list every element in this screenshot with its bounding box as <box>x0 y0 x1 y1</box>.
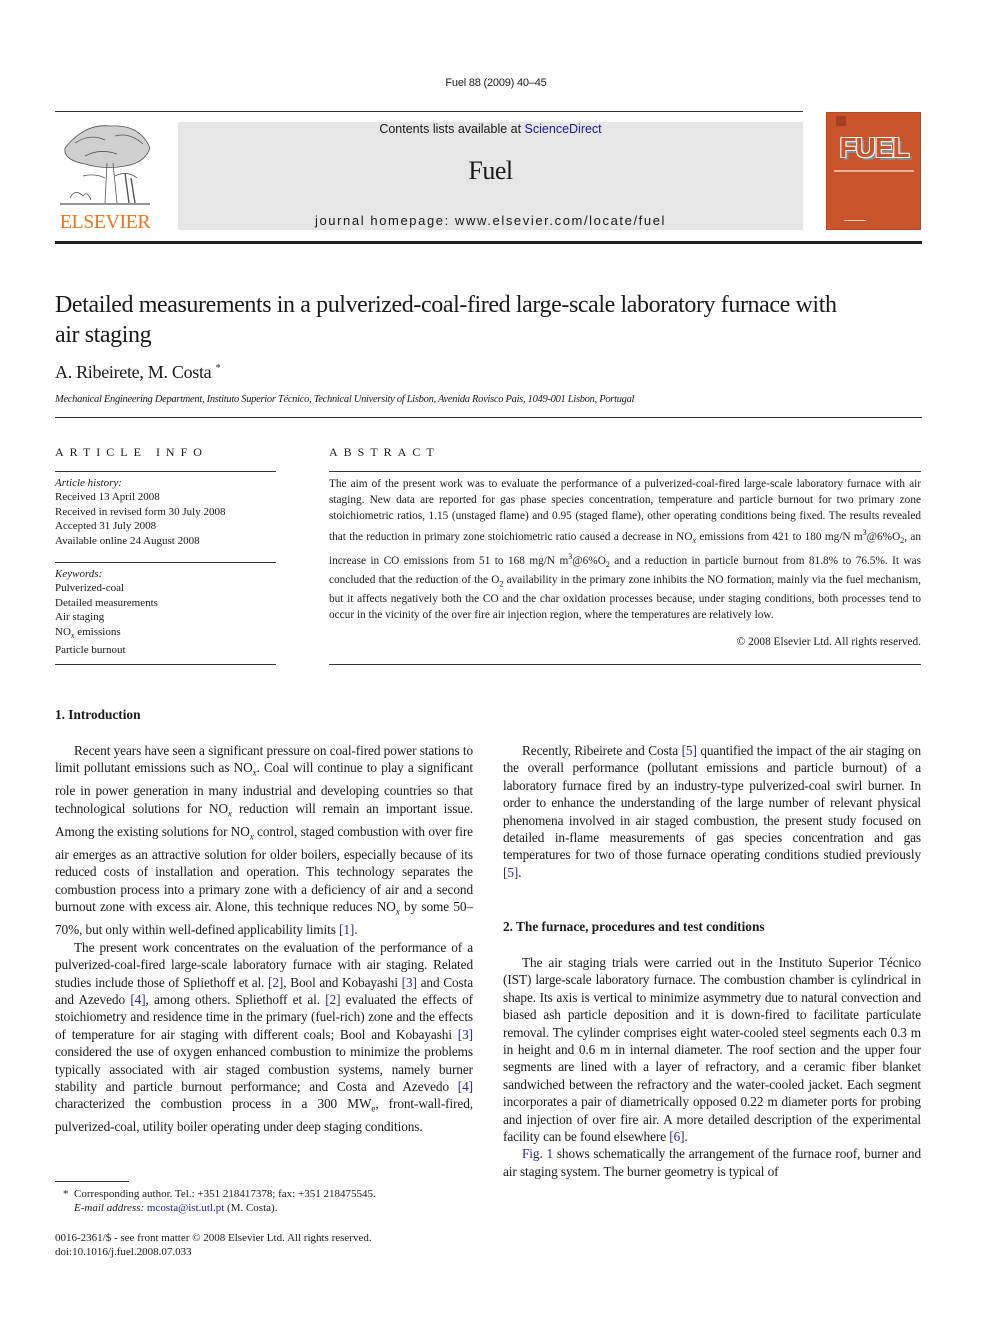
keywords: Keywords: Pulverized-coal Detailed measu… <box>55 567 158 658</box>
cover-title: FUEL <box>839 132 909 163</box>
page-footer: 0016-2361/$ - see front matter © 2008 El… <box>55 1231 475 1260</box>
history-item: Accepted 31 July 2008 <box>55 520 157 533</box>
cover-tagline <box>834 170 914 172</box>
elsevier-logo[interactable]: ELSEVIER <box>55 118 155 234</box>
paragraph: The present work concentrates on the eva… <box>55 939 474 1135</box>
elsevier-wordmark: ELSEVIER <box>59 211 151 233</box>
journal-homepage-link[interactable]: journal homepage: www.elsevier.com/locat… <box>178 213 803 228</box>
paragraph-continuation <box>503 707 921 724</box>
footnote-email: E-mail address: mcosta@ist.utl.pt (M. Co… <box>74 1202 278 1214</box>
history-label: Article history: <box>55 477 122 489</box>
contents-prefix: Contents lists available at <box>379 122 525 136</box>
abstract-text: The aim of the present work was to evalu… <box>329 478 922 621</box>
footnote-rule <box>55 1181 129 1182</box>
contents-line: Contents lists available at ScienceDirec… <box>178 122 803 136</box>
divider <box>329 664 921 665</box>
keywords-label: Keywords: <box>55 568 103 580</box>
paragraph: Fig. 1 shows schematically the arrangeme… <box>503 1146 921 1179</box>
email-link[interactable]: mcosta@ist.utl.pt <box>147 1202 224 1214</box>
issn-line: 0016-2361/$ - see front matter © 2008 El… <box>55 1232 372 1244</box>
paragraph: Recent years have seen a significant pre… <box>55 743 473 938</box>
history-item: Received in revised form 30 July 2008 <box>55 505 226 518</box>
body-column-right-para: Recently, Ribeirete and Costa [5] quanti… <box>503 742 921 881</box>
divider <box>55 562 276 563</box>
citation-link[interactable]: [2] <box>325 992 340 1007</box>
keyword-item: NOx emissions <box>55 625 121 640</box>
divider <box>329 471 921 472</box>
footnote-corresponding: * Corresponding author. Tel.: +351 21841… <box>63 1188 376 1200</box>
keyword-item: Detailed measurements <box>55 596 158 609</box>
author-list: A. Ribeirete, M. Costa * <box>55 362 221 383</box>
history-item: Received 13 April 2008 <box>55 491 160 504</box>
divider <box>55 471 276 472</box>
citation-link[interactable]: [6] <box>669 1129 684 1144</box>
citation-link[interactable]: [2] <box>268 975 283 990</box>
keyword-item: Air staging <box>55 611 105 624</box>
footnote: * Corresponding author. Tel.: +351 21841… <box>55 1187 475 1215</box>
paragraph: The air staging trials were carried out … <box>503 955 921 1145</box>
corresponding-author-mark[interactable]: * <box>216 363 221 374</box>
body-column-left: Recent years have seen a significant pre… <box>55 742 473 1136</box>
header-rule <box>55 241 922 244</box>
paragraph: Recently, Ribeirete and Costa [5] quanti… <box>503 743 921 880</box>
authors: A. Ribeirete, M. Costa <box>55 362 212 382</box>
journal-cover-thumbnail[interactable]: FUEL <box>826 112 921 230</box>
journal-masthead: Contents lists available at ScienceDirec… <box>178 122 803 230</box>
top-rule <box>55 111 803 112</box>
keyword-item: Pulverized-coal <box>55 582 125 595</box>
cover-sciencedirect-mark <box>844 214 866 221</box>
citation-link[interactable]: [5] <box>682 743 697 758</box>
running-head: Fuel 88 (2009) 40–45 <box>445 77 547 89</box>
citation-link[interactable]: [4] <box>458 1079 473 1094</box>
divider <box>55 417 922 418</box>
affiliation: Mechanical Engineering Department, Insti… <box>55 394 635 405</box>
citation-link[interactable]: [3] <box>402 975 417 990</box>
article-history: Article history: Received 13 April 2008 … <box>55 476 225 548</box>
section-heading-introduction: 1. Introduction <box>55 707 141 722</box>
section-heading-furnace: 2. The furnace, procedures and test cond… <box>503 919 765 934</box>
divider <box>55 664 276 665</box>
abstract-copyright: © 2008 Elsevier Ltd. All rights reserved… <box>736 636 921 648</box>
article-info-heading: ARTICLE INFO <box>55 445 208 459</box>
article-title: Detailed measurements in a pulverized-co… <box>55 292 837 348</box>
tree-icon <box>60 125 151 205</box>
body-column-right <box>503 707 921 724</box>
citation-link[interactable]: [3] <box>458 1027 473 1042</box>
citation-link[interactable]: [5] <box>503 865 518 880</box>
body-column-right-section2: The air staging trials were carried out … <box>503 954 921 1180</box>
figure-link[interactable]: Fig. 1 <box>522 1146 553 1161</box>
history-item: Available online 24 August 2008 <box>55 534 200 547</box>
abstract-heading: ABSTRACT <box>329 445 440 459</box>
doi-link[interactable]: doi:10.1016/j.fuel.2008.07.033 <box>55 1245 475 1259</box>
citation-link[interactable]: [4] <box>130 992 145 1007</box>
sciencedirect-link[interactable]: ScienceDirect <box>525 122 602 136</box>
journal-title: Fuel <box>468 156 513 185</box>
keyword-item: Particle burnout <box>55 644 126 657</box>
cover-publisher-icon <box>836 116 846 126</box>
citation-link[interactable]: [1] <box>339 922 354 937</box>
